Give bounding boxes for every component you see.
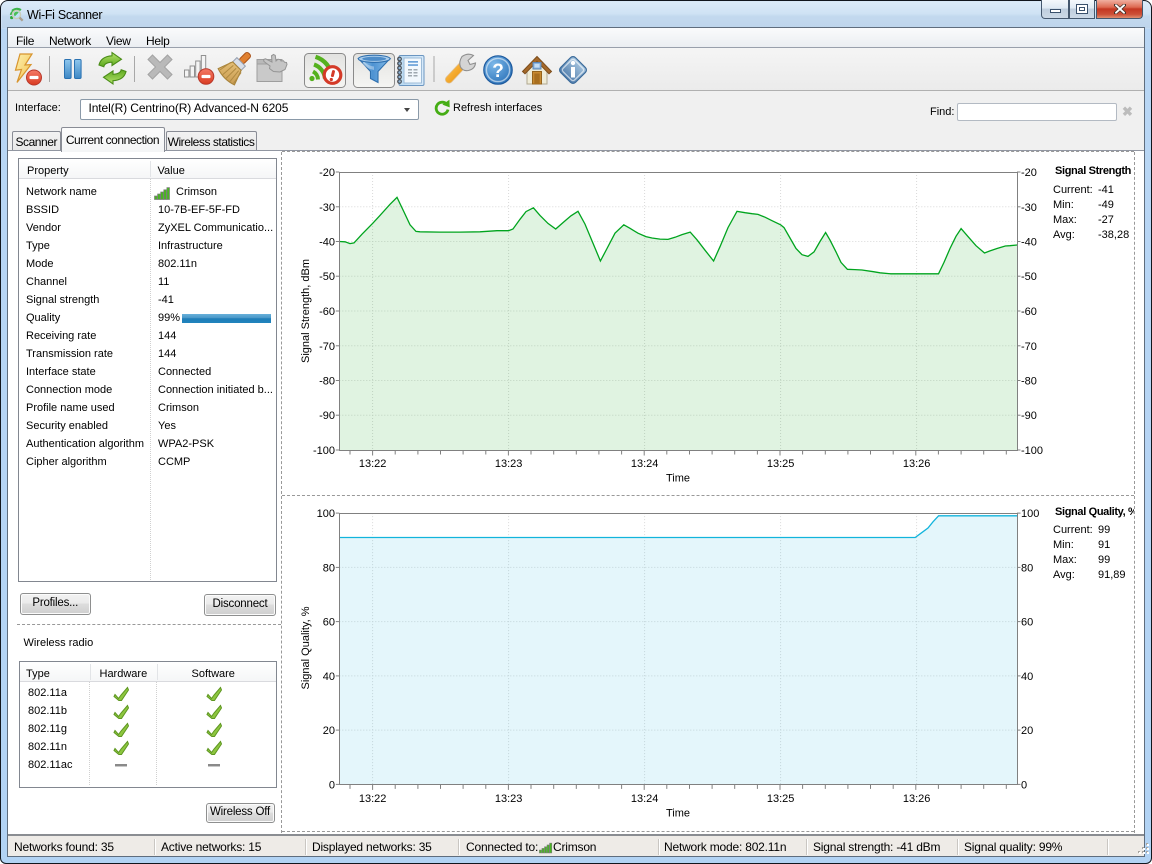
svg-text:0: 0 bbox=[329, 779, 335, 791]
svg-text:13:23: 13:23 bbox=[495, 793, 523, 805]
svg-text:-100: -100 bbox=[1021, 445, 1043, 457]
svg-text:-30: -30 bbox=[1021, 201, 1037, 213]
svg-text:-60: -60 bbox=[319, 306, 335, 318]
svg-text:-70: -70 bbox=[319, 340, 335, 352]
svg-text:-50: -50 bbox=[1021, 271, 1037, 283]
svg-text:-40: -40 bbox=[1021, 236, 1037, 248]
svg-text:60: 60 bbox=[323, 616, 335, 628]
svg-text:Time: Time bbox=[666, 807, 690, 819]
svg-text:-70: -70 bbox=[1021, 340, 1037, 352]
svg-text:Signal Strength, dBm: Signal Strength, dBm bbox=[300, 259, 312, 363]
svg-text:?: ? bbox=[492, 61, 504, 82]
svg-text:60: 60 bbox=[1021, 616, 1033, 628]
svg-text:13:24: 13:24 bbox=[631, 793, 659, 805]
svg-text:-20: -20 bbox=[1021, 167, 1037, 179]
svg-text:20: 20 bbox=[1021, 725, 1033, 737]
svg-text:13:22: 13:22 bbox=[359, 793, 387, 805]
svg-text:-60: -60 bbox=[1021, 306, 1037, 318]
svg-text:-20: -20 bbox=[319, 167, 335, 179]
svg-text:20: 20 bbox=[323, 725, 335, 737]
svg-text:80: 80 bbox=[1021, 562, 1033, 574]
svg-text:-90: -90 bbox=[319, 410, 335, 422]
svg-text:13:25: 13:25 bbox=[767, 793, 795, 805]
svg-text:40: 40 bbox=[1021, 670, 1033, 682]
svg-text:0: 0 bbox=[1021, 779, 1027, 791]
svg-text:13:26: 13:26 bbox=[903, 793, 931, 805]
svg-text:-50: -50 bbox=[319, 271, 335, 283]
svg-text:100: 100 bbox=[317, 508, 335, 520]
svg-text:40: 40 bbox=[323, 670, 335, 682]
svg-text:13:26: 13:26 bbox=[903, 458, 931, 470]
svg-text:80: 80 bbox=[323, 562, 335, 574]
svg-text:-40: -40 bbox=[319, 236, 335, 248]
svg-text:-80: -80 bbox=[1021, 375, 1037, 387]
svg-text:13:24: 13:24 bbox=[631, 458, 659, 470]
svg-text:13:25: 13:25 bbox=[767, 458, 795, 470]
svg-text:100: 100 bbox=[1021, 508, 1039, 520]
svg-text:-80: -80 bbox=[319, 375, 335, 387]
svg-text:13:23: 13:23 bbox=[495, 458, 523, 470]
svg-text:-30: -30 bbox=[319, 201, 335, 213]
svg-text:13:22: 13:22 bbox=[359, 458, 387, 470]
svg-text:-90: -90 bbox=[1021, 410, 1037, 422]
svg-text:-100: -100 bbox=[313, 445, 335, 457]
svg-text:Signal Quality, %: Signal Quality, % bbox=[300, 606, 312, 689]
svg-text:Time: Time bbox=[666, 472, 690, 484]
